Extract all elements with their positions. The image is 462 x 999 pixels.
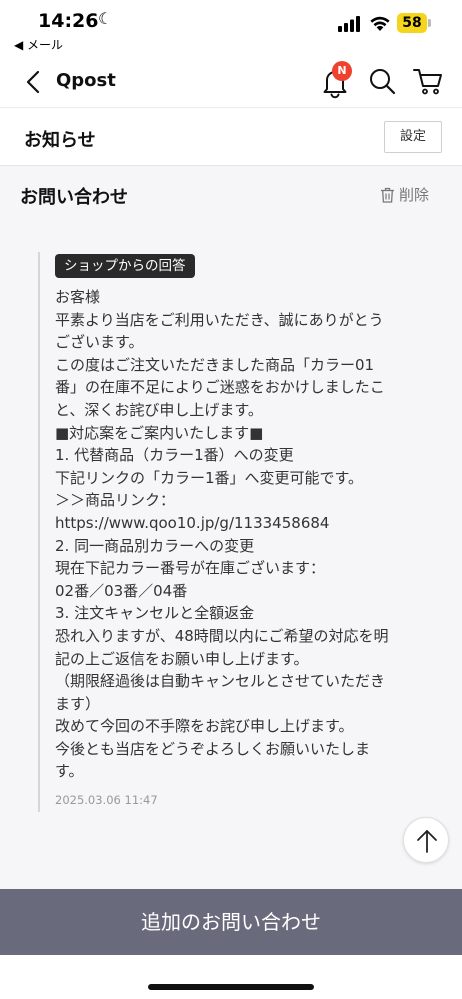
inquiry-content: お問い合わせ 削除 ショップからの回答 お客様 平素より当店をご利用いただき、誠…	[0, 166, 462, 889]
reply-line: （期限経過後は自動キャンセルとさせていただき	[55, 672, 386, 691]
reply-line: 現在下記カラー番号が在庫ございます：	[55, 559, 326, 578]
reply-line: 今後とも当店をどうぞよろしくお願いいたしま	[55, 739, 371, 758]
trash-icon	[381, 187, 394, 203]
back-chevron-icon	[26, 70, 40, 94]
reply-line: ございます。	[55, 333, 144, 352]
back-to-app-link[interactable]: ◀ メール	[14, 36, 63, 53]
app-header: Qpost N	[0, 56, 462, 108]
wifi-icon	[370, 16, 390, 31]
add-inquiry-button[interactable]: 追加のお問い合わせ	[0, 889, 462, 955]
home-indicator[interactable]	[148, 984, 314, 990]
shop-reply: ショップからの回答 お客様 平素より当店をご利用いただき、誠にありがとう ござい…	[38, 252, 438, 812]
reply-line: この度はご注文いただきました商品「カラー01	[55, 355, 375, 374]
reply-line: 記の上ご返信をお願い申し上げます。	[55, 649, 309, 668]
reply-badge: ショップからの回答	[55, 254, 195, 278]
signal-icon	[338, 16, 360, 32]
reply-line: す。	[55, 762, 84, 781]
reply-line: ＞＞商品リンク：	[55, 491, 176, 510]
cart-button[interactable]	[412, 66, 444, 96]
reply-line: 02番／03番／04番	[55, 581, 188, 600]
reply-line: 2. 同一商品別カラーへの変更	[55, 536, 255, 555]
notice-bar: お知らせ 設定	[0, 108, 462, 166]
search-button[interactable]	[367, 66, 397, 96]
reply-line: 恐れ入りますが、48時間以内にご希望の対応を明	[55, 626, 389, 645]
reply-line: 1. 代替商品（カラー1番）への変更	[55, 446, 294, 465]
settings-button[interactable]: 設定	[384, 121, 442, 153]
reply-timestamp: 2025.03.06 11:47	[55, 793, 158, 807]
reply-line: 3. 注文キャンセルと全額返金	[55, 604, 255, 623]
back-button[interactable]	[22, 68, 46, 96]
reply-line: 番」の在庫不足によりご迷惑をおかけしましたこ	[55, 378, 385, 397]
status-time: 14:26	[38, 10, 99, 32]
status-bar: 14:26 ☾ ◀ メール 58	[0, 0, 462, 56]
cart-icon	[413, 69, 442, 95]
scroll-to-top-button[interactable]	[403, 817, 449, 863]
delete-label: 削除	[399, 186, 430, 204]
reply-line: と、深くお詫び申し上げます。	[55, 400, 263, 419]
home-area	[0, 955, 462, 999]
battery-level: 58	[397, 13, 427, 33]
reply-line: お客様	[55, 288, 101, 306]
reply-line: ■対応案をご案内いたします■	[55, 423, 264, 442]
reply-line: ます）	[55, 694, 101, 713]
moon-icon: ☾	[98, 9, 113, 28]
app-title: Qpost	[56, 70, 116, 91]
inquiry-title: お問い合わせ	[20, 187, 128, 208]
notification-badge: N	[332, 61, 352, 81]
notification-button[interactable]: N	[318, 61, 352, 99]
page-title: お知らせ	[24, 130, 96, 151]
product-link[interactable]: https://www.qoo10.jp/g/1133458684	[55, 512, 440, 535]
delete-button[interactable]: 削除	[380, 184, 429, 205]
reply-line: 改めて今回の不手際をお詫び申し上げます。	[55, 717, 354, 736]
reply-line: 平素より当店をご利用いただき、誠にありがとう	[55, 310, 384, 329]
arrow-up-icon	[417, 830, 437, 853]
reply-body: お客様 平素より当店をご利用いただき、誠にありがとう ございます。 この度はご注…	[55, 286, 440, 783]
search-icon	[370, 69, 396, 95]
reply-line: 下記リンクの「カラー1番」へ変更可能です。	[55, 468, 364, 487]
battery-icon: 58	[397, 13, 433, 33]
